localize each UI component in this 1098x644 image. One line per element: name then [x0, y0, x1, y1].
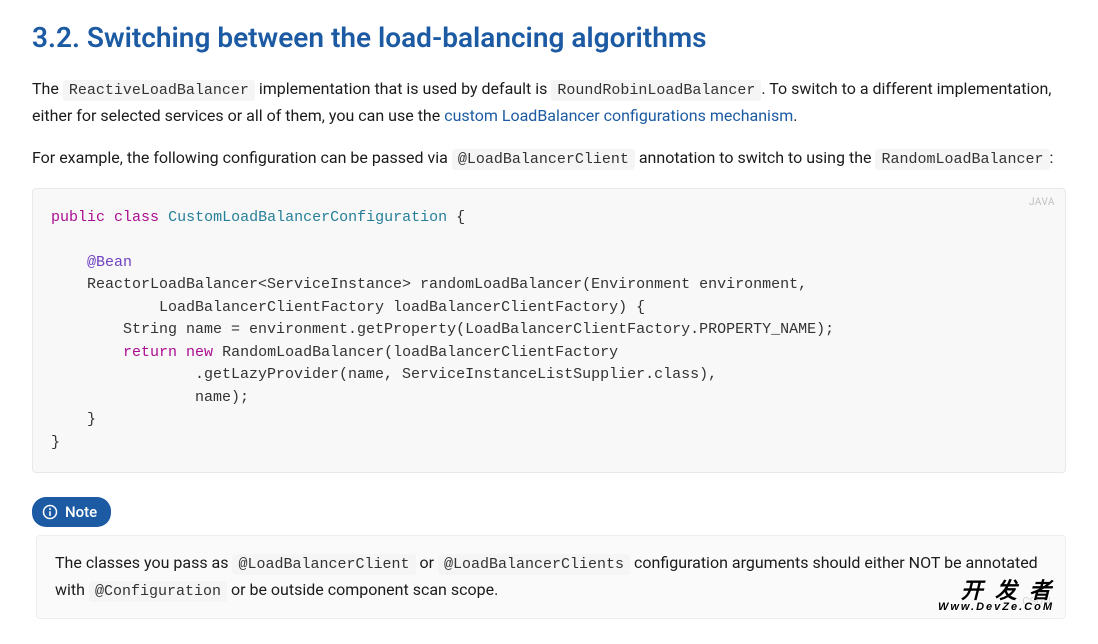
text: The classes you pass as [55, 553, 232, 572]
code-inline-lbcs: @LoadBalancerClients [438, 554, 630, 575]
text: { [447, 209, 465, 226]
text: or be outside component scan scope. [227, 580, 498, 599]
code-language-label: JAVA [1029, 195, 1055, 211]
text: For example, the following configuration… [32, 148, 452, 167]
keyword-new: new [186, 344, 213, 361]
watermark-csdn: CSDN [1022, 593, 1051, 611]
link-custom-loadbalancer-config[interactable]: custom LoadBalancer configurations mecha… [444, 106, 793, 125]
text: or [416, 553, 438, 572]
section-heading: 3.2. Switching between the load-balancin… [32, 20, 1066, 56]
keyword-return: return [123, 344, 177, 361]
code-line: name); [51, 389, 249, 406]
code-line: RandomLoadBalancer(loadBalancerClientFac… [213, 344, 618, 361]
code-inline-random-loadbalancer: RandomLoadBalancer [875, 149, 1049, 170]
code-line: ReactorLoadBalancer<ServiceInstance> ran… [51, 276, 807, 293]
code-inline-configuration: @Configuration [89, 581, 227, 602]
code-inline-annotation: @LoadBalancerClient [452, 149, 635, 170]
code-content: public class CustomLoadBalancerConfigura… [51, 207, 1047, 455]
paragraph-2: For example, the following configuration… [32, 145, 1066, 172]
note-body: The classes you pass as @LoadBalancerCli… [36, 535, 1066, 619]
keyword-public: public [51, 209, 105, 226]
code-line: .getLazyProvider(name, ServiceInstanceLi… [51, 366, 717, 383]
code-line: LoadBalancerClientFactory loadBalancerCl… [51, 299, 645, 316]
text: annotation to switch to using the [635, 148, 876, 167]
class-name: CustomLoadBalancerConfiguration [168, 209, 447, 226]
note-badge: Note [32, 497, 111, 527]
annotation-bean: @Bean [87, 254, 132, 271]
code-block: JAVA public class CustomLoadBalancerConf… [32, 188, 1066, 474]
text: : [1050, 148, 1054, 167]
paragraph-1: The ReactiveLoadBalancer implementation … [32, 76, 1066, 129]
note-label: Note [65, 500, 97, 524]
code-inline-reactive-loadbalancer: ReactiveLoadBalancer [63, 80, 255, 101]
code-line: } [51, 411, 96, 428]
text: implementation that is used by default i… [255, 79, 551, 98]
text: The [32, 79, 63, 98]
code-inline-lbc: @LoadBalancerClient [232, 554, 415, 575]
info-icon [42, 504, 58, 520]
keyword-class: class [114, 209, 159, 226]
text: . [793, 106, 797, 125]
code-inline-round-robin: RoundRobinLoadBalancer [551, 80, 761, 101]
code-line: } [51, 434, 60, 451]
note-block: Note The classes you pass as @LoadBalanc… [32, 497, 1066, 619]
code-line: String name = environment.getProperty(Lo… [51, 321, 834, 338]
